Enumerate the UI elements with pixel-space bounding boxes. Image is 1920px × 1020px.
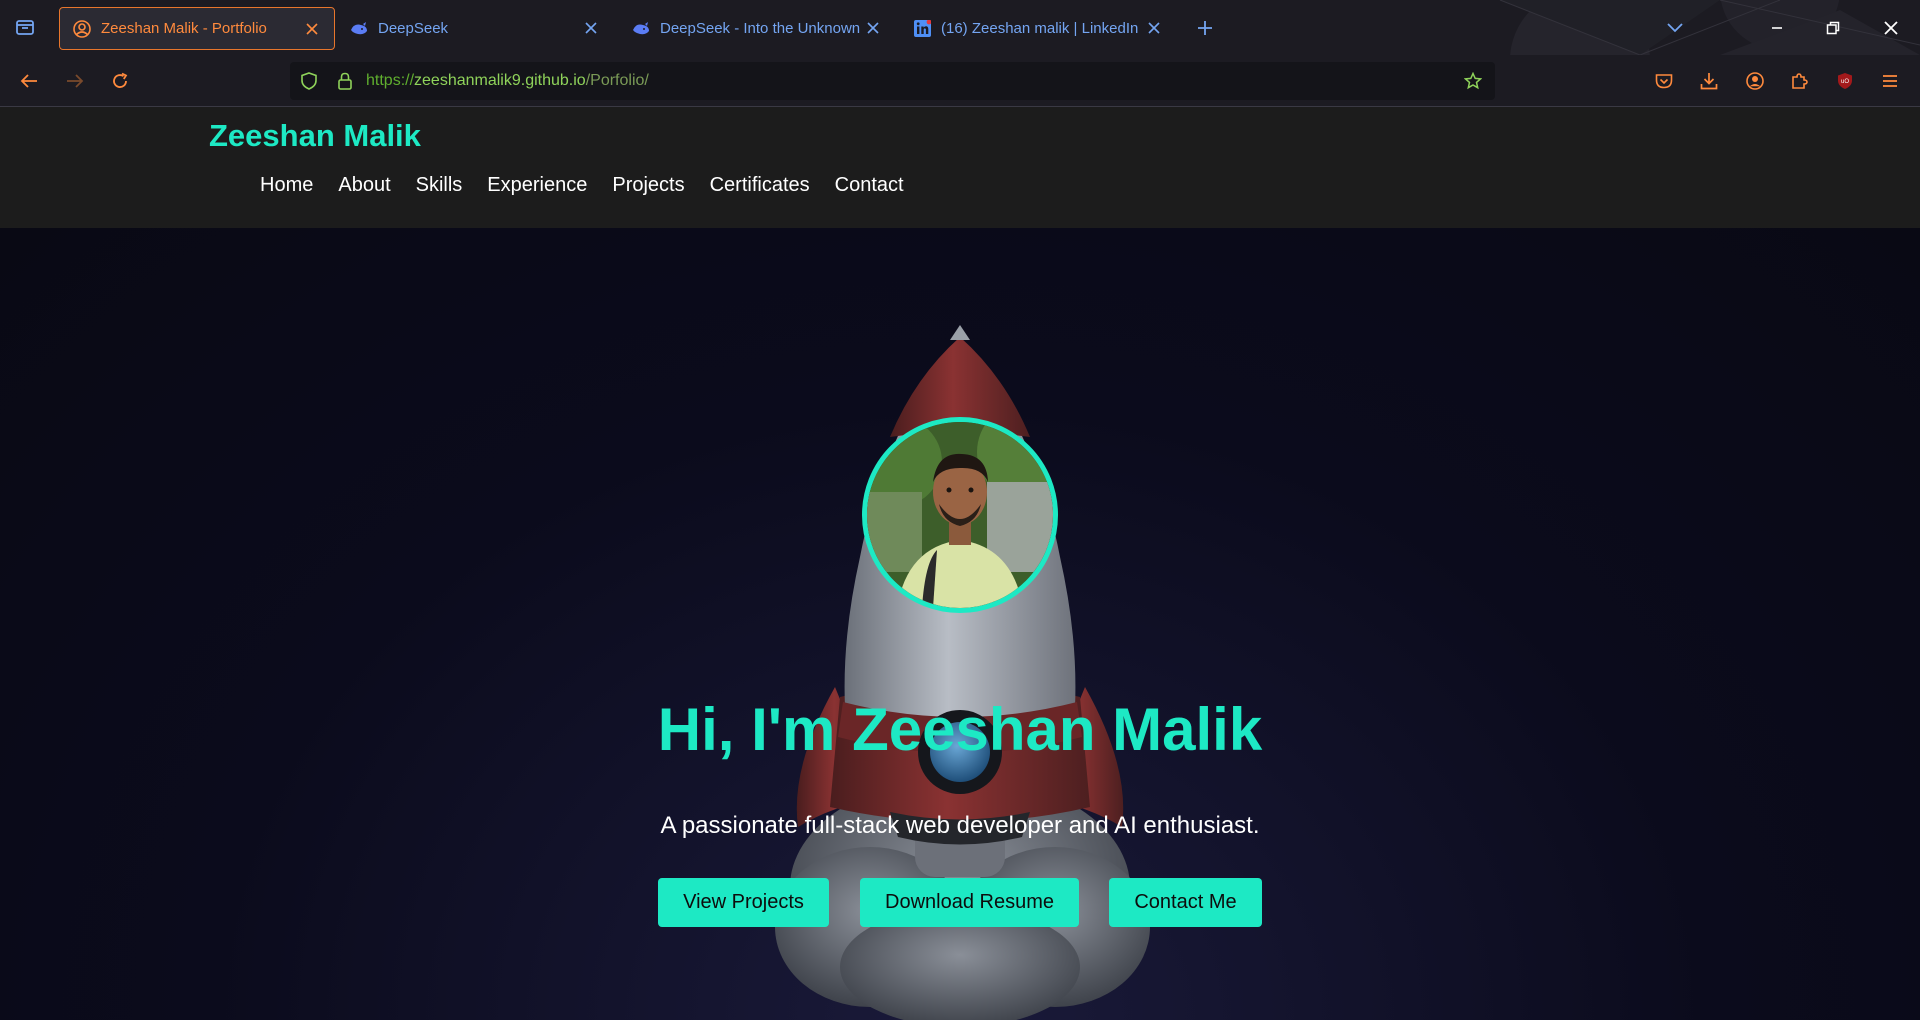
site-nav: Home About Skills Experience Projects Ce… bbox=[260, 174, 904, 197]
new-tab-plus-icon[interactable] bbox=[1192, 15, 1218, 41]
nav-link-about[interactable]: About bbox=[338, 174, 390, 197]
hamburger-menu-icon[interactable] bbox=[1877, 68, 1903, 94]
tab-overview-icon[interactable] bbox=[12, 14, 38, 40]
reload-icon[interactable] bbox=[107, 68, 133, 94]
whale-icon bbox=[349, 19, 369, 39]
tab-deepseek[interactable]: DeepSeek bbox=[337, 7, 613, 50]
download-resume-button[interactable]: Download Resume bbox=[860, 878, 1079, 927]
browser-navigation-bar: https://zeeshanmalik9.github.io/Porfolio… bbox=[0, 55, 1920, 107]
close-tab-icon[interactable] bbox=[302, 19, 322, 39]
hero-buttons: View Projects Download Resume Contact Me bbox=[658, 878, 1262, 927]
lock-icon[interactable] bbox=[332, 68, 358, 94]
extensions-puzzle-icon[interactable] bbox=[1787, 68, 1813, 94]
tab-title: (16) Zeeshan malik | LinkedIn bbox=[941, 20, 1139, 37]
url-host: zeeshanmalik9.github.io bbox=[414, 72, 586, 89]
url-path: /Porfolio/ bbox=[585, 72, 649, 89]
hero-subtitle: A passionate full-stack web developer an… bbox=[660, 812, 1260, 839]
whale-icon bbox=[631, 19, 651, 39]
close-tab-icon[interactable] bbox=[1144, 18, 1164, 38]
account-icon[interactable] bbox=[1742, 68, 1768, 94]
list-all-tabs-chevron-icon[interactable] bbox=[1662, 15, 1688, 41]
address-bar[interactable]: https://zeeshanmalik9.github.io/Porfolio… bbox=[290, 62, 1495, 100]
nav-link-contact[interactable]: Contact bbox=[835, 174, 904, 197]
nav-link-certificates[interactable]: Certificates bbox=[710, 174, 810, 197]
forward-arrow-icon[interactable] bbox=[62, 68, 88, 94]
tab-portfolio[interactable]: Zeeshan Malik - Portfolio bbox=[59, 7, 335, 50]
nav-link-home[interactable]: Home bbox=[260, 174, 313, 197]
restore-window-icon[interactable] bbox=[1820, 15, 1846, 41]
tab-linkedin[interactable]: (16) Zeeshan malik | LinkedIn bbox=[900, 7, 1176, 50]
svg-text:uO: uO bbox=[1841, 79, 1849, 85]
ublock-origin-icon[interactable]: uO bbox=[1832, 68, 1858, 94]
linkedin-icon bbox=[912, 19, 932, 39]
bookmark-star-icon[interactable] bbox=[1460, 68, 1486, 94]
tab-title: DeepSeek - Into the Unknown bbox=[660, 20, 861, 37]
user-circle-icon bbox=[72, 19, 92, 39]
hero-title: Hi, I'm Zeeshan Malik bbox=[657, 696, 1263, 763]
web-page: Zeeshan Malik Home About Skills Experien… bbox=[0, 107, 1920, 1020]
url-text[interactable]: https://zeeshanmalik9.github.io/Porfolio… bbox=[366, 72, 649, 90]
tab-deepseek-unknown[interactable]: DeepSeek - Into the Unknown bbox=[619, 7, 895, 50]
url-scheme: https:// bbox=[366, 72, 415, 89]
nav-link-projects[interactable]: Projects bbox=[612, 174, 684, 197]
contact-me-button[interactable]: Contact Me bbox=[1109, 878, 1262, 927]
pocket-icon[interactable] bbox=[1651, 68, 1677, 94]
site-brand[interactable]: Zeeshan Malik bbox=[209, 118, 421, 154]
close-tab-icon[interactable] bbox=[863, 18, 883, 38]
tab-title: Zeeshan Malik - Portfolio bbox=[101, 20, 267, 37]
downloads-icon[interactable] bbox=[1696, 68, 1722, 94]
nav-link-experience[interactable]: Experience bbox=[487, 174, 587, 197]
site-header: Zeeshan Malik Home About Skills Experien… bbox=[0, 107, 1920, 228]
minimize-icon[interactable] bbox=[1764, 15, 1790, 41]
nav-link-skills[interactable]: Skills bbox=[416, 174, 463, 197]
close-tab-icon[interactable] bbox=[581, 18, 601, 38]
view-projects-button[interactable]: View Projects bbox=[658, 878, 829, 927]
tab-title: DeepSeek bbox=[378, 20, 449, 37]
profile-photo bbox=[862, 417, 1058, 613]
back-arrow-icon[interactable] bbox=[16, 68, 42, 94]
profile-portrait-image bbox=[867, 422, 1053, 608]
browser-tab-bar: Zeeshan Malik - Portfolio DeepSeek DeepS… bbox=[0, 0, 1920, 55]
tracking-protection-shield-icon[interactable] bbox=[296, 68, 322, 94]
close-window-icon[interactable] bbox=[1878, 15, 1904, 41]
